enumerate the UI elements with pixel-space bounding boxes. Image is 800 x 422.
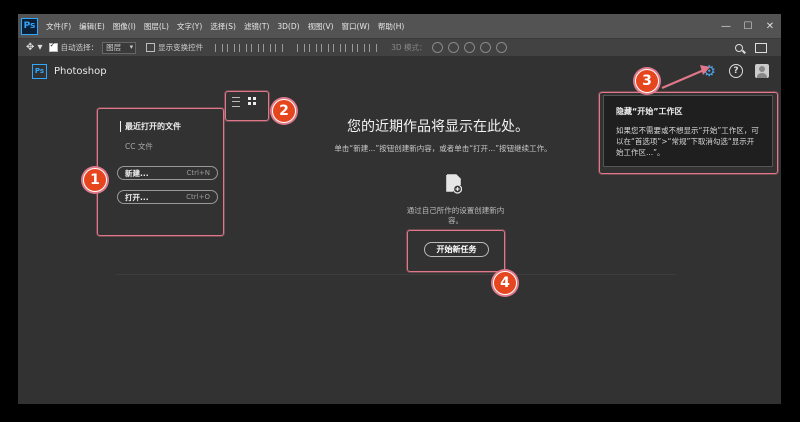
distribute-right-icon[interactable] xyxy=(357,43,366,52)
annotation-number-1: 1 xyxy=(83,168,107,192)
menu-select[interactable]: 选择(S) xyxy=(210,21,236,32)
menu-bar: Ps 文件(F) 编辑(E) 图像(I) 图层(L) 文字(Y) 选择(S) 滤… xyxy=(18,14,781,38)
3d-pan-icon[interactable] xyxy=(463,42,475,53)
menu-3d[interactable]: 3D(D) xyxy=(277,22,299,31)
new-document-icon xyxy=(446,174,462,194)
annotation-number-2: 2 xyxy=(272,99,296,123)
annotation-box-3 xyxy=(599,92,778,174)
auto-select-label: 自动选择： xyxy=(60,43,99,52)
show-transform-checkbox[interactable] xyxy=(146,43,156,52)
ps-small-logo: Ps xyxy=(32,63,47,79)
auto-select-checkbox[interactable] xyxy=(48,41,58,52)
menu-view[interactable]: 视图(V) xyxy=(308,21,334,32)
distribute-top-icon[interactable] xyxy=(297,43,306,52)
align-top-icon[interactable] xyxy=(215,43,224,52)
close-button[interactable]: ✕ xyxy=(759,21,781,32)
ps-logo: Ps xyxy=(21,17,38,35)
menu-edit[interactable]: 编辑(E) xyxy=(79,21,105,32)
distribute-left-icon[interactable] xyxy=(333,43,342,52)
help-icon[interactable]: ? xyxy=(729,64,743,78)
page-subtitle: 单击“新建...”按钮创建新内容，或者单击“打开...”按钮继续工作。 xyxy=(334,144,552,153)
align-bottom-icon[interactable] xyxy=(239,43,248,52)
auto-select-option[interactable]: 自动选择： 图层 xyxy=(48,41,137,54)
auto-align-icon[interactable] xyxy=(369,43,378,52)
menu-layer[interactable]: 图层(L) xyxy=(144,21,169,32)
distribute-vcenter-icon[interactable] xyxy=(309,43,318,52)
menu-filter[interactable]: 滤镜(T) xyxy=(244,21,269,32)
menu-window[interactable]: 窗口(W) xyxy=(342,21,370,32)
annotation-box-1 xyxy=(97,108,224,236)
distribute-hcenter-icon[interactable] xyxy=(345,43,354,52)
window-controls: — ☐ ✕ xyxy=(715,21,781,32)
options-bar: ✥ ▾ 自动选择： 图层 显示变换控件 3D 模式： xyxy=(18,38,781,56)
avatar-icon[interactable] xyxy=(755,64,769,78)
annotation-box-4 xyxy=(407,230,505,272)
align-vcenter-icon[interactable] xyxy=(227,43,236,52)
3d-slide-icon[interactable] xyxy=(479,42,491,53)
show-transform-label: 显示变换控件 xyxy=(158,43,204,52)
search-icon[interactable] xyxy=(735,43,743,52)
distribute-buttons xyxy=(295,43,379,52)
app-name: Photoshop xyxy=(54,65,107,77)
options-bar-right xyxy=(735,42,781,53)
3d-roll-icon[interactable] xyxy=(447,42,459,53)
auto-select-dropdown[interactable]: 图层 xyxy=(102,41,137,54)
align-right-icon[interactable] xyxy=(275,43,284,52)
align-left-icon[interactable] xyxy=(251,43,260,52)
distribute-bottom-icon[interactable] xyxy=(321,43,330,52)
workspace-icon[interactable] xyxy=(755,42,767,53)
menu-type[interactable]: 文字(Y) xyxy=(177,21,202,32)
minimize-button[interactable]: — xyxy=(715,21,737,32)
align-hcenter-icon[interactable] xyxy=(263,43,272,52)
menu-help[interactable]: 帮助(H) xyxy=(378,21,405,32)
3d-mode-label: 3D 模式： xyxy=(391,43,427,52)
annotation-number-3: 3 xyxy=(635,69,659,93)
maximize-button[interactable]: ☐ xyxy=(737,21,759,32)
page-title: 您的近期作品将显示在此处。 xyxy=(347,119,529,135)
3d-orbit-icon[interactable] xyxy=(431,42,443,53)
menu-image[interactable]: 图像(I) xyxy=(113,21,136,32)
new-document-description: 通过自己所作的设置创建新内容。 xyxy=(406,206,505,225)
show-transform-option[interactable]: 显示变换控件 xyxy=(146,42,203,53)
move-tool-icon[interactable]: ✥ ▾ xyxy=(26,42,43,53)
menu-file[interactable]: 文件(F) xyxy=(46,21,71,32)
divider xyxy=(116,274,676,275)
annotation-number-4: 4 xyxy=(493,271,517,295)
annotation-box-2 xyxy=(225,91,269,121)
align-buttons xyxy=(213,43,285,52)
annotation-arrow xyxy=(661,65,710,90)
3d-scale-icon[interactable] xyxy=(495,42,507,53)
